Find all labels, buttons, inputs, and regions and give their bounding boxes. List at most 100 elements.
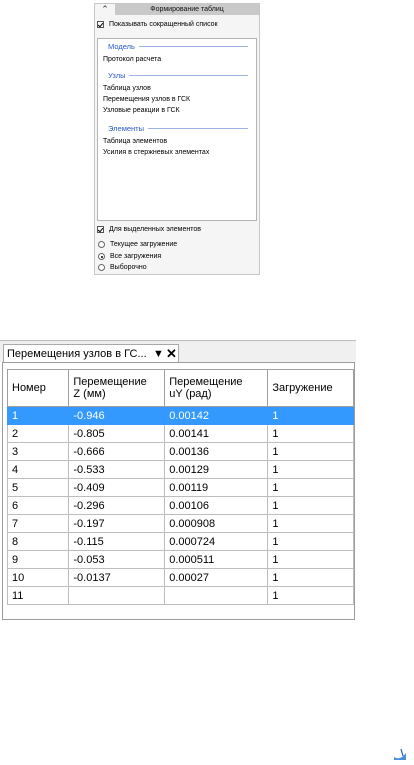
- table-cell[interactable]: 1: [267, 496, 354, 515]
- table-row[interactable]: 7 -0.197 0.000908 1: [6, 514, 354, 533]
- table-cell[interactable]: 6: [6, 496, 70, 515]
- checkbox-checked-icon[interactable]: [97, 20, 104, 28]
- list-item-node-displacements[interactable]: Перемещения узлов в ГСК: [103, 95, 190, 105]
- table-cell[interactable]: 11: [6, 586, 70, 605]
- table-cell[interactable]: 0.00129: [164, 460, 269, 479]
- checkbox-checked-icon[interactable]: [97, 225, 104, 233]
- table-cell[interactable]: [68, 586, 166, 605]
- table-cell[interactable]: 10: [6, 568, 70, 587]
- table-cell[interactable]: 0.00119: [164, 478, 269, 497]
- list-item-calc-protocol[interactable]: Протокол расчета: [103, 55, 161, 65]
- for-selected-elements-label: Для выделенных элементов: [109, 225, 201, 233]
- radio-all-loads-label: Все загружения: [110, 253, 162, 260]
- table-cell[interactable]: -0.666: [68, 442, 166, 461]
- panel-header: ⌃ Формирование таблиц: [95, 4, 259, 15]
- table-cell[interactable]: -0.053: [68, 550, 166, 569]
- table-cell[interactable]: 1: [267, 460, 354, 479]
- table-row[interactable]: 10 -0.0137 0.00027 1: [6, 568, 354, 587]
- table-cell[interactable]: 0.000724: [164, 532, 269, 551]
- double-chevron-up-icon[interactable]: ⌃: [95, 4, 115, 15]
- table-cell[interactable]: 0.00141: [164, 424, 269, 443]
- group-header-model-label: Модель: [108, 41, 135, 51]
- column-header-load[interactable]: Загружение: [267, 369, 354, 407]
- radio-icon[interactable]: [98, 264, 105, 271]
- table-cell[interactable]: 1: [267, 442, 354, 461]
- table-cell[interactable]: 9: [6, 550, 70, 569]
- group-header-elements: Элементы: [108, 123, 248, 133]
- close-icon[interactable]: ✕: [165, 347, 178, 360]
- table-cell[interactable]: 1: [267, 532, 354, 551]
- table-cell[interactable]: 0.00142: [164, 406, 269, 425]
- table-cell[interactable]: -0.946: [68, 406, 166, 425]
- radio-selective-label: Выборочно: [110, 264, 147, 271]
- table-cell[interactable]: 4: [6, 460, 70, 479]
- column-header-displacement-z[interactable]: Перемещение Z (мм): [68, 369, 166, 407]
- tab-node-displacements[interactable]: Перемещения узлов в ГС... ▼ ✕: [3, 344, 179, 363]
- show-short-list-checkbox[interactable]: Показывать сокращенный список: [97, 18, 218, 30]
- table-cell[interactable]: 8: [6, 532, 70, 551]
- table-cell[interactable]: 1: [267, 568, 354, 587]
- tab-bar: Перемещения узлов в ГС... ▼ ✕: [0, 340, 356, 363]
- table-cell[interactable]: 3: [6, 442, 70, 461]
- table-cell[interactable]: 1: [267, 550, 354, 569]
- for-selected-elements-checkbox[interactable]: Для выделенных элементов: [97, 223, 201, 235]
- table-cell[interactable]: -0.0137: [68, 568, 166, 587]
- table-cell[interactable]: 1: [6, 406, 70, 425]
- radio-all-loads[interactable]: Все загружения: [98, 251, 161, 262]
- radio-current-load-label: Текущее загружение: [110, 241, 178, 248]
- table-cell[interactable]: 2: [6, 424, 70, 443]
- table-cell[interactable]: 5: [6, 478, 70, 497]
- table-cell[interactable]: -0.115: [68, 532, 166, 551]
- group-header-elements-label: Элементы: [108, 123, 144, 133]
- tab-label: Перемещения узлов в ГС...: [7, 348, 147, 360]
- group-header-model: Модель: [108, 41, 248, 51]
- group-header-nodes-label: Узлы: [108, 70, 126, 80]
- table-cell[interactable]: 7: [6, 514, 70, 533]
- table-cell[interactable]: 1: [267, 586, 354, 605]
- radio-icon[interactable]: [98, 241, 105, 248]
- radio-selective[interactable]: Выборочно: [98, 262, 147, 273]
- table-cell[interactable]: 0.00027: [164, 568, 269, 587]
- column-header-displacement-uy[interactable]: Перемещение uY (рад): [164, 369, 269, 407]
- column-header-number[interactable]: Номер: [6, 369, 70, 407]
- table-cell[interactable]: 1: [267, 514, 354, 533]
- table-cell[interactable]: 0.00106: [164, 496, 269, 515]
- table-cell[interactable]: 1: [267, 424, 354, 443]
- show-short-list-label: Показывать сокращенный список: [109, 20, 218, 28]
- table-row[interactable]: 1 -0.946 0.00142 1: [6, 406, 354, 425]
- table-row[interactable]: 4 -0.533 0.00129 1: [6, 460, 354, 479]
- table-cell[interactable]: -0.533: [68, 460, 166, 479]
- displacements-table: Номер Перемещение Z (мм) Перемещение uY (р…: [6, 369, 354, 605]
- list-item-element-table[interactable]: Таблица элементов: [103, 137, 167, 147]
- divider: [147, 127, 248, 129]
- table-row[interactable]: 9 -0.053 0.000511 1: [6, 550, 354, 569]
- table-row[interactable]: 8 -0.115 0.000724 1: [6, 532, 354, 551]
- table-row[interactable]: 3 -0.666 0.00136 1: [6, 442, 354, 461]
- app-logo-icon: [394, 748, 406, 760]
- panel-title: Формирование таблиц: [115, 4, 259, 15]
- table-header-row: Номер Перемещение Z (мм) Перемещение uY (р…: [6, 369, 354, 407]
- table-cell[interactable]: 0.000908: [164, 514, 269, 533]
- table-cell[interactable]: -0.409: [68, 478, 166, 497]
- dropdown-arrow-icon[interactable]: ▼: [152, 348, 165, 360]
- radio-current-load[interactable]: Текущее загружение: [98, 239, 177, 250]
- table-frame: Номер Перемещение Z (мм) Перемещение uY (р…: [2, 362, 355, 620]
- table-cell[interactable]: -0.296: [68, 496, 166, 515]
- table-row[interactable]: 5 -0.409 0.00119 1: [6, 478, 354, 497]
- table-cell[interactable]: 1: [267, 478, 354, 497]
- table-cell[interactable]: 0.00136: [164, 442, 269, 461]
- table-cell[interactable]: -0.197: [68, 514, 166, 533]
- table-cell[interactable]: -0.805: [68, 424, 166, 443]
- table-cell[interactable]: 0.000511: [164, 550, 269, 569]
- table-cell[interactable]: [164, 586, 269, 605]
- group-header-nodes: Узлы: [108, 70, 248, 80]
- table-list: Модель Протокол расчета Узлы Таблица узл…: [97, 38, 257, 221]
- table-row[interactable]: 2 -0.805 0.00141 1: [6, 424, 354, 443]
- table-row[interactable]: 6 -0.296 0.00106 1: [6, 496, 354, 515]
- list-item-node-reactions[interactable]: Узловые реакции в ГСК: [103, 106, 180, 116]
- radio-selected-icon[interactable]: [98, 253, 105, 260]
- list-item-rod-forces[interactable]: Усилия в стержневых элементах: [103, 148, 209, 158]
- table-row[interactable]: 11 1: [6, 586, 354, 605]
- table-cell[interactable]: 1: [267, 406, 354, 425]
- list-item-node-table[interactable]: Таблица узлов: [103, 84, 151, 94]
